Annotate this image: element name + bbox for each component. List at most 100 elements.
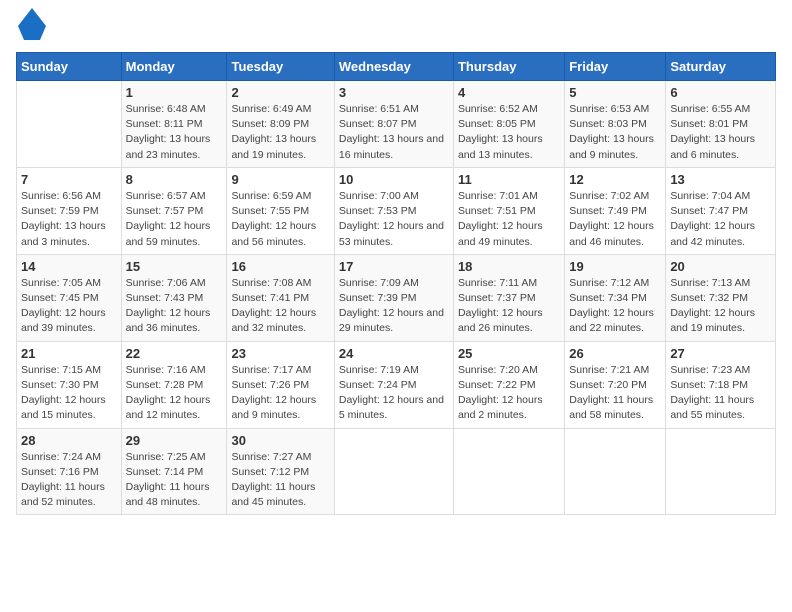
day-number: 6 bbox=[670, 85, 771, 100]
calendar-cell bbox=[565, 428, 666, 515]
day-number: 16 bbox=[231, 259, 329, 274]
calendar-cell: 21 Sunrise: 7:15 AMSunset: 7:30 PMDayligh… bbox=[17, 341, 122, 428]
day-number: 24 bbox=[339, 346, 449, 361]
calendar-cell: 23 Sunrise: 7:17 AMSunset: 7:26 PMDayligh… bbox=[227, 341, 334, 428]
day-detail: Sunrise: 7:11 AMSunset: 7:37 PMDaylight:… bbox=[458, 276, 560, 337]
day-number: 9 bbox=[231, 172, 329, 187]
day-number: 5 bbox=[569, 85, 661, 100]
calendar-cell: 28 Sunrise: 7:24 AMSunset: 7:16 PMDayligh… bbox=[17, 428, 122, 515]
day-detail: Sunrise: 6:48 AMSunset: 8:11 PMDaylight:… bbox=[126, 102, 223, 163]
day-detail: Sunrise: 7:24 AMSunset: 7:16 PMDaylight:… bbox=[21, 450, 117, 511]
calendar-table: SundayMondayTuesdayWednesdayThursdayFrid… bbox=[16, 52, 776, 515]
calendar-cell: 25 Sunrise: 7:20 AMSunset: 7:22 PMDayligh… bbox=[453, 341, 564, 428]
day-detail: Sunrise: 7:09 AMSunset: 7:39 PMDaylight:… bbox=[339, 276, 449, 337]
calendar-cell bbox=[666, 428, 776, 515]
page-header bbox=[16, 16, 776, 40]
calendar-cell: 12 Sunrise: 7:02 AMSunset: 7:49 PMDayligh… bbox=[565, 167, 666, 254]
calendar-week-row: 14 Sunrise: 7:05 AMSunset: 7:45 PMDayligh… bbox=[17, 254, 776, 341]
day-detail: Sunrise: 7:12 AMSunset: 7:34 PMDaylight:… bbox=[569, 276, 661, 337]
calendar-cell: 26Sunrise: 7:21 AMSunset: 7:20 PMDayligh… bbox=[565, 341, 666, 428]
calendar-cell: 5 Sunrise: 6:53 AMSunset: 8:03 PMDaylight… bbox=[565, 81, 666, 168]
calendar-cell: 16 Sunrise: 7:08 AMSunset: 7:41 PMDayligh… bbox=[227, 254, 334, 341]
day-detail: Sunrise: 7:23 AMSunset: 7:18 PMDaylight:… bbox=[670, 363, 771, 424]
calendar-cell: 13Sunrise: 7:04 AMSunset: 7:47 PMDayligh… bbox=[666, 167, 776, 254]
day-number: 22 bbox=[126, 346, 223, 361]
calendar-cell: 22 Sunrise: 7:16 AMSunset: 7:28 PMDayligh… bbox=[121, 341, 227, 428]
day-number: 11 bbox=[458, 172, 560, 187]
calendar-cell: 20 Sunrise: 7:13 AMSunset: 7:32 PMDayligh… bbox=[666, 254, 776, 341]
calendar-week-row: 7 Sunrise: 6:56 AMSunset: 7:59 PMDaylight… bbox=[17, 167, 776, 254]
calendar-cell: 7 Sunrise: 6:56 AMSunset: 7:59 PMDaylight… bbox=[17, 167, 122, 254]
day-detail: Sunrise: 7:13 AMSunset: 7:32 PMDaylight:… bbox=[670, 276, 771, 337]
day-detail: Sunrise: 7:02 AMSunset: 7:49 PMDaylight:… bbox=[569, 189, 661, 250]
weekday-header: Thursday bbox=[453, 53, 564, 81]
weekday-header: Tuesday bbox=[227, 53, 334, 81]
calendar-cell bbox=[334, 428, 453, 515]
weekday-header: Sunday bbox=[17, 53, 122, 81]
calendar-cell: 2Sunrise: 6:49 AMSunset: 8:09 PMDaylight… bbox=[227, 81, 334, 168]
weekday-header: Saturday bbox=[666, 53, 776, 81]
calendar-cell: 17 Sunrise: 7:09 AMSunset: 7:39 PMDayligh… bbox=[334, 254, 453, 341]
calendar-cell: 8Sunrise: 6:57 AMSunset: 7:57 PMDaylight… bbox=[121, 167, 227, 254]
day-detail: Sunrise: 7:19 AMSunset: 7:24 PMDaylight:… bbox=[339, 363, 449, 424]
day-number: 1 bbox=[126, 85, 223, 100]
calendar-cell: 30 Sunrise: 7:27 AMSunset: 7:12 PMDayligh… bbox=[227, 428, 334, 515]
day-number: 25 bbox=[458, 346, 560, 361]
day-detail: Sunrise: 7:17 AMSunset: 7:26 PMDaylight:… bbox=[231, 363, 329, 424]
day-detail: Sunrise: 7:00 AMSunset: 7:53 PMDaylight:… bbox=[339, 189, 449, 250]
day-number: 23 bbox=[231, 346, 329, 361]
day-number: 7 bbox=[21, 172, 117, 187]
day-number: 4 bbox=[458, 85, 560, 100]
day-detail: Sunrise: 6:51 AMSunset: 8:07 PMDaylight:… bbox=[339, 102, 449, 163]
day-number: 3 bbox=[339, 85, 449, 100]
day-number: 28 bbox=[21, 433, 117, 448]
day-number: 2 bbox=[231, 85, 329, 100]
day-detail: Sunrise: 7:04 AMSunset: 7:47 PMDaylight:… bbox=[670, 189, 771, 250]
day-detail: Sunrise: 7:25 AMSunset: 7:14 PMDaylight:… bbox=[126, 450, 223, 511]
calendar-cell bbox=[453, 428, 564, 515]
calendar-cell: 14 Sunrise: 7:05 AMSunset: 7:45 PMDayligh… bbox=[17, 254, 122, 341]
day-number: 10 bbox=[339, 172, 449, 187]
calendar-week-row: 21 Sunrise: 7:15 AMSunset: 7:30 PMDayligh… bbox=[17, 341, 776, 428]
day-number: 12 bbox=[569, 172, 661, 187]
calendar-week-row: 1 Sunrise: 6:48 AMSunset: 8:11 PMDaylight… bbox=[17, 81, 776, 168]
day-number: 15 bbox=[126, 259, 223, 274]
day-detail: Sunrise: 7:05 AMSunset: 7:45 PMDaylight:… bbox=[21, 276, 117, 337]
calendar-cell: 3 Sunrise: 6:51 AMSunset: 8:07 PMDaylight… bbox=[334, 81, 453, 168]
day-detail: Sunrise: 7:01 AMSunset: 7:51 PMDaylight:… bbox=[458, 189, 560, 250]
day-number: 21 bbox=[21, 346, 117, 361]
calendar-cell: 24 Sunrise: 7:19 AMSunset: 7:24 PMDayligh… bbox=[334, 341, 453, 428]
day-detail: Sunrise: 7:08 AMSunset: 7:41 PMDaylight:… bbox=[231, 276, 329, 337]
day-number: 17 bbox=[339, 259, 449, 274]
day-number: 14 bbox=[21, 259, 117, 274]
calendar-cell: 10 Sunrise: 7:00 AMSunset: 7:53 PMDayligh… bbox=[334, 167, 453, 254]
day-detail: Sunrise: 7:15 AMSunset: 7:30 PMDaylight:… bbox=[21, 363, 117, 424]
calendar-header-row: SundayMondayTuesdayWednesdayThursdayFrid… bbox=[17, 53, 776, 81]
calendar-cell: 9Sunrise: 6:59 AMSunset: 7:55 PMDaylight… bbox=[227, 167, 334, 254]
weekday-header: Wednesday bbox=[334, 53, 453, 81]
calendar-cell: 15Sunrise: 7:06 AMSunset: 7:43 PMDayligh… bbox=[121, 254, 227, 341]
day-detail: Sunrise: 7:27 AMSunset: 7:12 PMDaylight:… bbox=[231, 450, 329, 511]
day-detail: Sunrise: 6:56 AMSunset: 7:59 PMDaylight:… bbox=[21, 189, 117, 250]
calendar-cell: 6Sunrise: 6:55 AMSunset: 8:01 PMDaylight… bbox=[666, 81, 776, 168]
calendar-body: 1 Sunrise: 6:48 AMSunset: 8:11 PMDaylight… bbox=[17, 81, 776, 515]
calendar-cell: 29 Sunrise: 7:25 AMSunset: 7:14 PMDayligh… bbox=[121, 428, 227, 515]
day-number: 19 bbox=[569, 259, 661, 274]
day-number: 8 bbox=[126, 172, 223, 187]
day-detail: Sunrise: 7:16 AMSunset: 7:28 PMDaylight:… bbox=[126, 363, 223, 424]
day-detail: Sunrise: 6:53 AMSunset: 8:03 PMDaylight:… bbox=[569, 102, 661, 163]
weekday-header: Monday bbox=[121, 53, 227, 81]
calendar-cell: 11 Sunrise: 7:01 AMSunset: 7:51 PMDayligh… bbox=[453, 167, 564, 254]
day-number: 27 bbox=[670, 346, 771, 361]
day-detail: Sunrise: 7:20 AMSunset: 7:22 PMDaylight:… bbox=[458, 363, 560, 424]
day-detail: Sunrise: 6:52 AMSunset: 8:05 PMDaylight:… bbox=[458, 102, 560, 163]
weekday-header: Friday bbox=[565, 53, 666, 81]
logo-arrow-icon bbox=[18, 8, 46, 40]
day-number: 29 bbox=[126, 433, 223, 448]
calendar-cell: 1 Sunrise: 6:48 AMSunset: 8:11 PMDaylight… bbox=[121, 81, 227, 168]
day-number: 30 bbox=[231, 433, 329, 448]
calendar-cell: 27 Sunrise: 7:23 AMSunset: 7:18 PMDayligh… bbox=[666, 341, 776, 428]
logo bbox=[16, 16, 46, 40]
day-number: 20 bbox=[670, 259, 771, 274]
day-number: 26 bbox=[569, 346, 661, 361]
